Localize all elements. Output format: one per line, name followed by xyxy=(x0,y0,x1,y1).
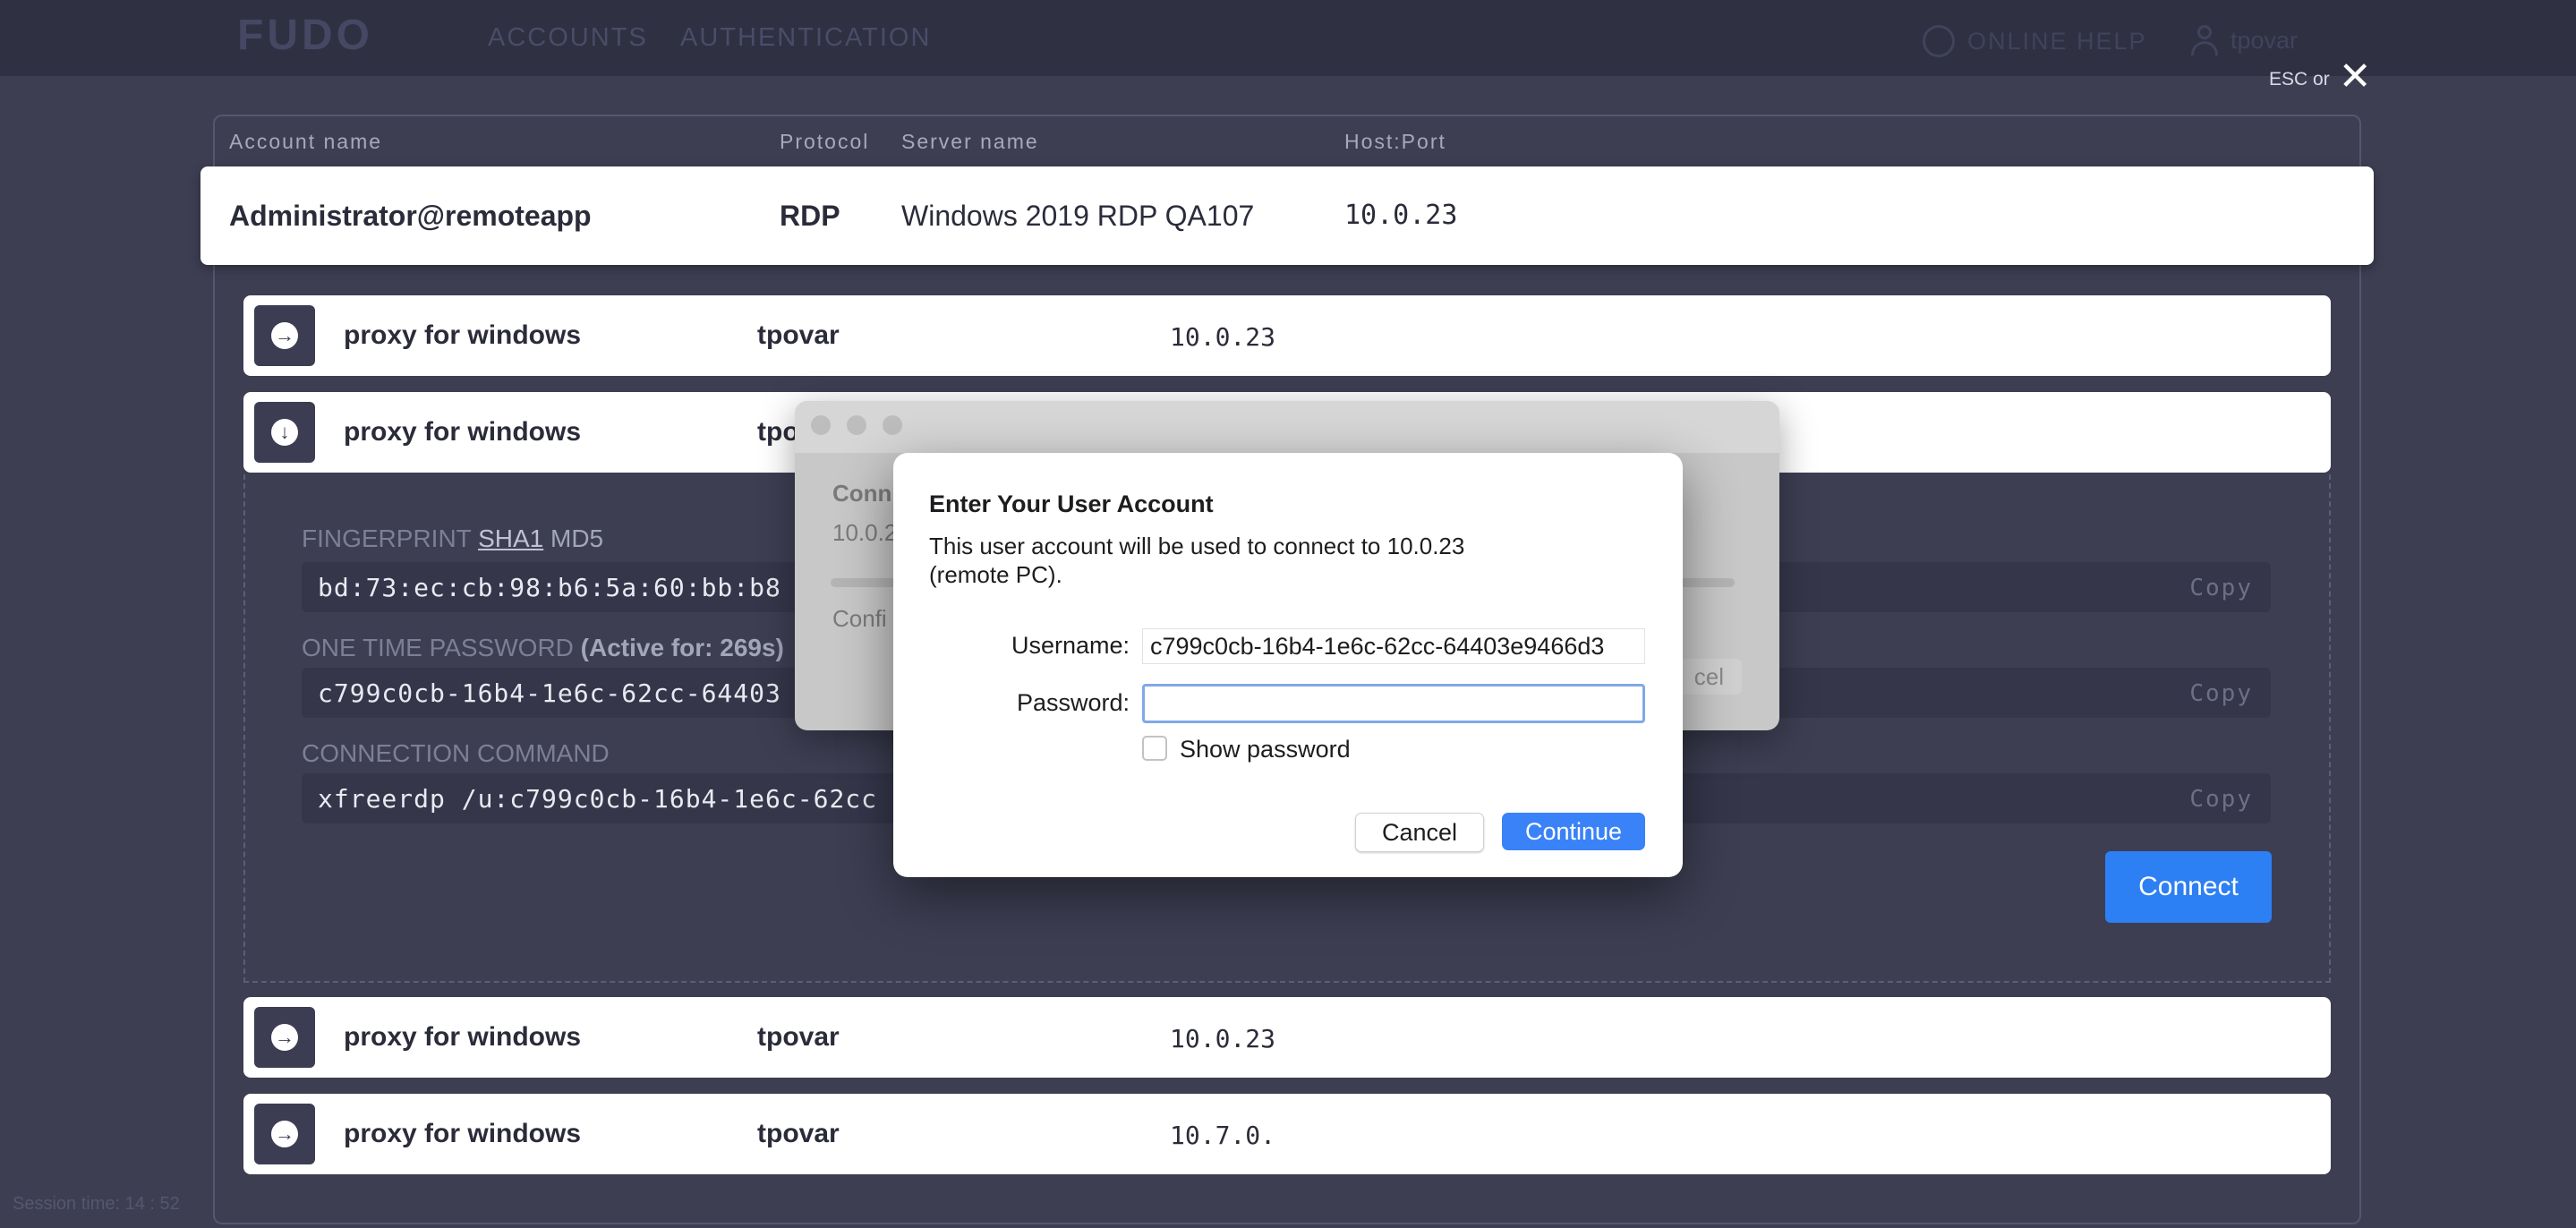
listener-user: tpovar xyxy=(757,320,840,350)
md5-tab[interactable]: MD5 xyxy=(550,524,603,552)
show-password-checkbox[interactable] xyxy=(1142,736,1167,761)
listener-host: 10.0.23 xyxy=(1170,322,1276,352)
zoom-window-icon[interactable] xyxy=(883,415,902,435)
fingerprint-value: bd:73:ec:cb:98:b6:5a:60:bb:b8 xyxy=(318,573,781,602)
account-name: Administrator@remoteapp xyxy=(229,200,592,232)
password-label: Password: xyxy=(1016,689,1130,716)
user-account-dialog: Enter Your User Account This user accoun… xyxy=(893,453,1683,877)
sha1-tab[interactable]: SHA1 xyxy=(478,524,543,552)
header-account-name: Account name xyxy=(229,130,383,153)
header-server-name: Server name xyxy=(901,130,1039,153)
cancel-button[interactable]: Cancel xyxy=(1355,813,1484,852)
close-window-icon[interactable] xyxy=(811,415,831,435)
user-menu[interactable]: tpovar xyxy=(2191,25,2298,55)
fingerprint-title: FINGERPRINT xyxy=(302,524,472,552)
otp-title: ONE TIME PASSWORD xyxy=(302,634,574,661)
window-status: Confi xyxy=(832,605,887,632)
online-help-label: ONLINE HELP xyxy=(1967,27,2147,55)
listener-host: 10.0.23 xyxy=(1170,1024,1276,1053)
copy-fingerprint-button[interactable]: Copy xyxy=(2189,575,2253,601)
account-server: Windows 2019 RDP QA107 xyxy=(901,200,1255,232)
header-host-port: Host:Port xyxy=(1344,130,1446,153)
nav-authentication[interactable]: AUTHENTICATION xyxy=(680,23,931,53)
listener-host: 10.7.0. xyxy=(1170,1121,1276,1150)
minimize-window-icon[interactable] xyxy=(847,415,866,435)
fudo-logo: FUDO xyxy=(237,12,373,59)
otp-value: c799c0cb-16b4-1e6c-62cc-64403 xyxy=(318,678,781,708)
list-item[interactable]: → proxy for windows tpovar 10.7.0. xyxy=(243,1094,2331,1174)
window-titlebar xyxy=(795,401,1779,453)
dialog-message: This user account will be used to connec… xyxy=(929,533,1465,588)
listener-name: proxy for windows xyxy=(344,320,582,350)
user-name: tpovar xyxy=(2231,26,2299,54)
expand-button[interactable]: → xyxy=(254,1007,315,1068)
show-password-label[interactable]: Show password xyxy=(1180,736,1351,763)
expand-button[interactable]: → xyxy=(254,305,315,366)
close-icon[interactable]: ✕ xyxy=(2339,57,2372,97)
username-field[interactable]: c799c0cb-16b4-1e6c-62cc-64403e9466d3 xyxy=(1142,628,1645,664)
arrow-right-circle-icon: → xyxy=(271,1024,298,1051)
user-icon xyxy=(2191,25,2218,55)
copy-command-button[interactable]: Copy xyxy=(2189,786,2253,813)
selected-account-row[interactable]: Administrator@remoteapp RDP Windows 2019… xyxy=(200,166,2374,265)
esc-label: ESC or xyxy=(2269,69,2330,90)
nav-accounts[interactable]: ACCOUNTS xyxy=(488,23,648,53)
listener-name: proxy for windows xyxy=(344,1119,582,1148)
close-overlay[interactable]: ESC or ✕ xyxy=(2269,57,2372,97)
otp-active: (Active for: 269s) xyxy=(580,634,784,661)
username-label: Username: xyxy=(1011,632,1130,659)
collapse-button[interactable]: ↓ xyxy=(254,402,315,463)
continue-button[interactable]: Continue xyxy=(1502,813,1645,850)
listener-user: tpovar xyxy=(757,1119,840,1148)
fingerprint-label: FINGERPRINT SHA1 MD5 xyxy=(302,524,603,553)
expand-button[interactable]: → xyxy=(254,1104,315,1164)
window-heading: Conn xyxy=(832,480,892,507)
arrow-down-circle-icon: ↓ xyxy=(271,419,298,446)
account-protocol: RDP xyxy=(780,200,840,232)
listener-name: proxy for windows xyxy=(344,1022,582,1052)
password-field[interactable] xyxy=(1142,684,1645,723)
session-time: Session time: 14 : 52 xyxy=(13,1194,180,1214)
command-value: xfreerdp /u:c799c0cb-16b4-1e6c-62cc xyxy=(318,784,878,814)
top-bar: FUDO ACCOUNTS AUTHENTICATION ONLINE HELP… xyxy=(0,0,2576,76)
listener-user: tpovar xyxy=(757,1022,840,1052)
window-host: 10.0.2 xyxy=(832,519,898,546)
copy-otp-button[interactable]: Copy xyxy=(2189,680,2253,707)
header-protocol: Protocol xyxy=(780,130,870,153)
command-label: CONNECTION COMMAND xyxy=(302,739,610,767)
arrow-right-circle-icon: → xyxy=(271,322,298,349)
account-host: 10.0.23 xyxy=(1344,200,1458,231)
dialog-title: Enter Your User Account xyxy=(929,490,1214,517)
listener-name: proxy for windows xyxy=(344,417,582,447)
list-item[interactable]: → proxy for windows tpovar 10.0.23 xyxy=(243,997,2331,1078)
list-item[interactable]: → proxy for windows tpovar 10.0.23 xyxy=(243,295,2331,376)
help-icon xyxy=(1923,25,1955,57)
online-help-link[interactable]: ONLINE HELP xyxy=(1923,25,2147,57)
connect-button[interactable]: Connect xyxy=(2105,851,2272,923)
arrow-right-circle-icon: → xyxy=(271,1121,298,1147)
otp-label: ONE TIME PASSWORD (Active for: 269s) xyxy=(302,634,784,662)
